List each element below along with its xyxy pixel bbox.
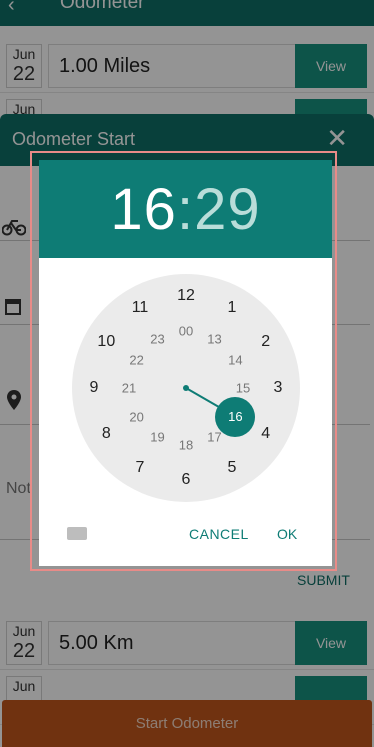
hour-option-11[interactable]: 11 bbox=[132, 299, 149, 317]
hour-option-22[interactable]: 22 bbox=[129, 352, 143, 367]
hour-option-3[interactable]: 3 bbox=[274, 379, 283, 397]
hour-option-5[interactable]: 5 bbox=[228, 459, 237, 477]
time-picker-dialog: 16:29 12 1 2 3 4 5 6 7 8 9 10 11 00 13 14 15 17 18 19 20 21 2… bbox=[39, 160, 332, 566]
hour-option-17[interactable]: 17 bbox=[207, 430, 221, 445]
hour-option-4[interactable]: 4 bbox=[261, 425, 270, 443]
hour-value[interactable]: 16 bbox=[110, 177, 177, 242]
hour-option-18[interactable]: 18 bbox=[179, 438, 193, 453]
time-separator: : bbox=[176, 177, 195, 242]
hour-option-21[interactable]: 21 bbox=[122, 381, 136, 396]
hour-option-10[interactable]: 10 bbox=[97, 333, 115, 351]
hour-option-8[interactable]: 8 bbox=[102, 425, 111, 443]
hour-option-20[interactable]: 20 bbox=[129, 409, 143, 424]
clock-center-dot bbox=[183, 385, 189, 391]
hour-option-1[interactable]: 1 bbox=[228, 299, 237, 317]
hour-option-15[interactable]: 15 bbox=[236, 381, 250, 396]
hour-option-00[interactable]: 00 bbox=[179, 324, 193, 339]
hour-option-23[interactable]: 23 bbox=[150, 331, 164, 346]
hour-option-9[interactable]: 9 bbox=[90, 379, 99, 397]
time-display: 16:29 bbox=[39, 160, 332, 258]
ok-button[interactable]: OK bbox=[277, 526, 297, 542]
hour-option-13[interactable]: 13 bbox=[207, 331, 221, 346]
selected-hour-knob[interactable]: 16 bbox=[215, 396, 256, 437]
clock-dial[interactable]: 12 1 2 3 4 5 6 7 8 9 10 11 00 13 14 15 17 18 19 20 21 22 23 16 bbox=[72, 274, 300, 502]
hour-option-12[interactable]: 12 bbox=[177, 287, 195, 305]
time-readout: 16:29 bbox=[39, 176, 332, 243]
minute-value[interactable]: 29 bbox=[194, 177, 261, 242]
clock-hand[interactable] bbox=[185, 387, 221, 409]
hour-option-14[interactable]: 14 bbox=[228, 352, 242, 367]
keyboard-icon[interactable] bbox=[67, 527, 87, 540]
cancel-button[interactable]: CANCEL bbox=[189, 526, 249, 542]
hour-option-6[interactable]: 6 bbox=[182, 471, 191, 489]
hour-option-19[interactable]: 19 bbox=[150, 430, 164, 445]
hour-option-2[interactable]: 2 bbox=[261, 333, 270, 351]
hour-option-7[interactable]: 7 bbox=[136, 459, 145, 477]
